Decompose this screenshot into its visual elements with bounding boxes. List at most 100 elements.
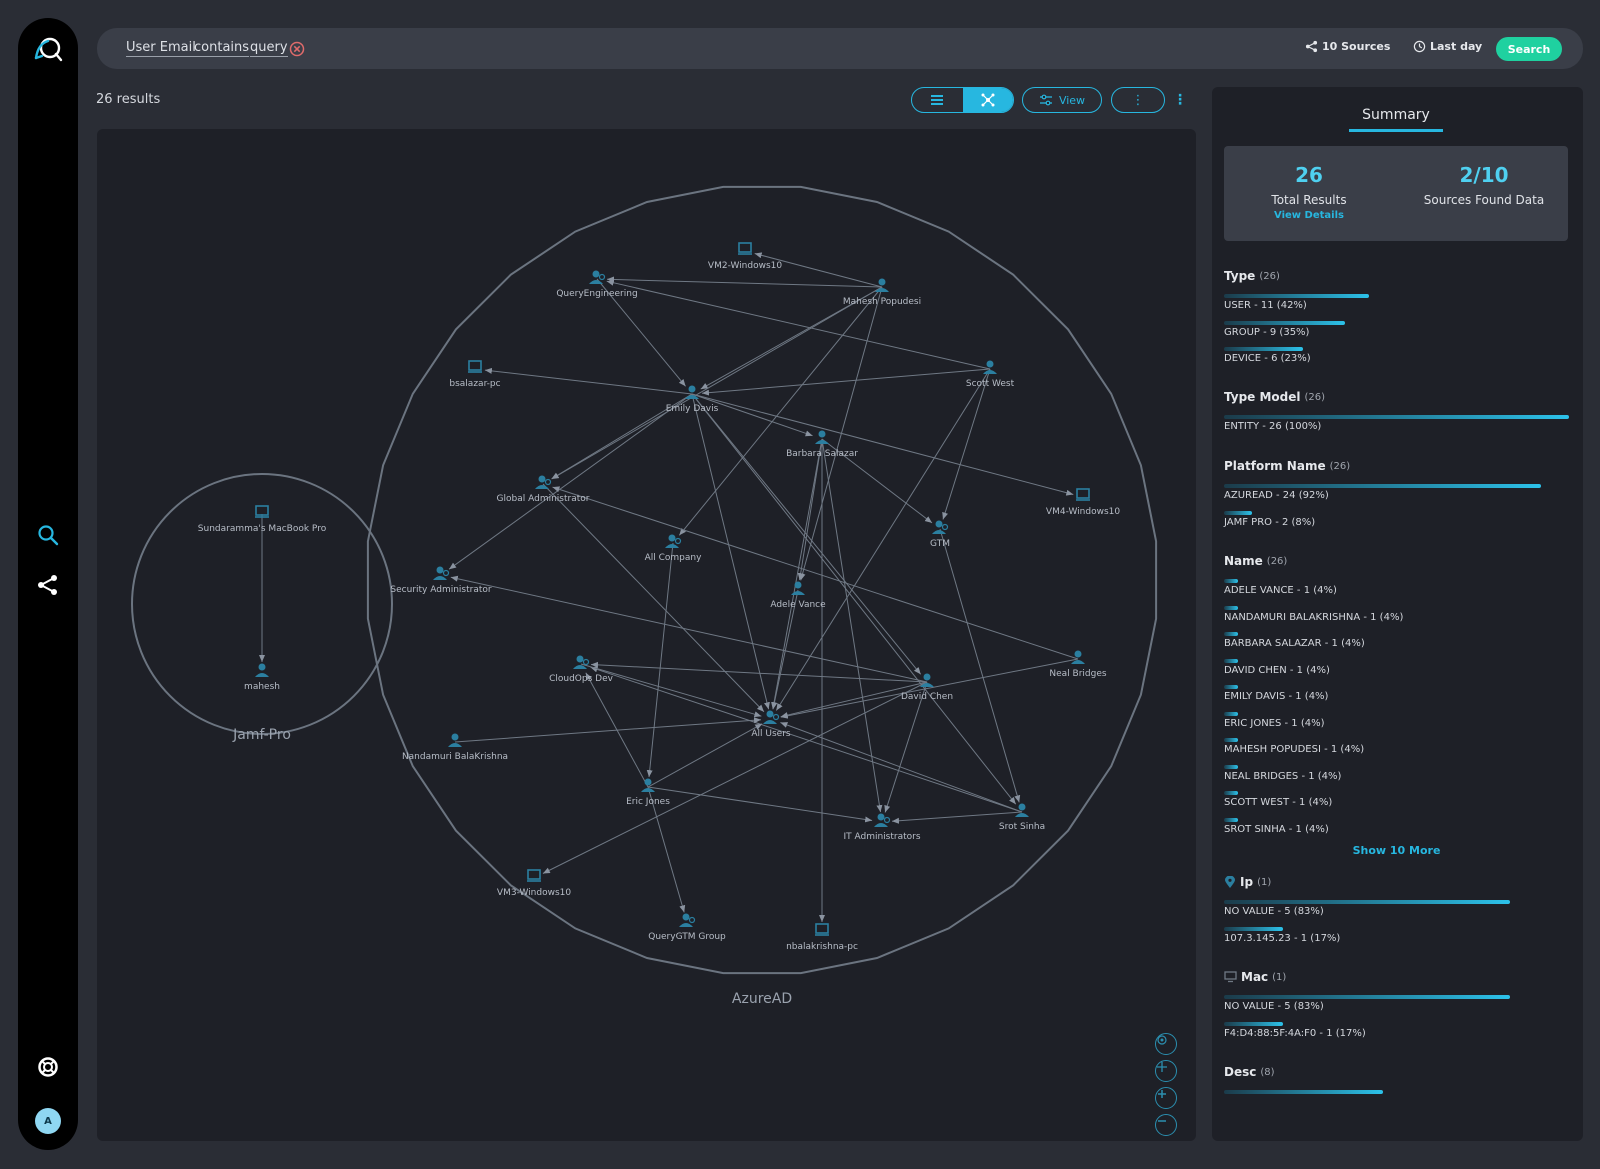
share-graph-icon[interactable] bbox=[37, 574, 59, 596]
graph-node-cloudops[interactable]: CloudOps Dev bbox=[549, 655, 614, 685]
graph-node-label: QueryGTM Group bbox=[648, 932, 726, 942]
graph-node-nanda[interactable]: Nandamuri BalaKrishna bbox=[402, 733, 508, 763]
group-icon bbox=[932, 520, 949, 534]
graph-edge bbox=[590, 666, 1023, 813]
summary-section-type-model: Type Model (26) ENTITY - 26 (100%) bbox=[1224, 390, 1569, 436]
clear-query-icon[interactable] bbox=[289, 41, 305, 57]
graph-node-qeng[interactable]: QueryEngineering bbox=[556, 270, 638, 300]
entity-graph-canvas[interactable]: Jamf-Pro AzureAD Sundaramma's MacBook Pr… bbox=[97, 129, 1196, 1141]
graph-node-eric[interactable]: Eric Jones bbox=[626, 778, 670, 808]
app-logo[interactable] bbox=[32, 34, 64, 66]
section-title-label: Desc bbox=[1224, 1065, 1257, 1079]
recenter-icon[interactable] bbox=[1155, 1033, 1177, 1055]
graph-node-mpop[interactable]: Mahesh Popudesi bbox=[843, 278, 921, 308]
zoom-out-icon[interactable] bbox=[1155, 1114, 1177, 1136]
graph-node-adele[interactable]: Adele Vance bbox=[770, 581, 826, 611]
graph-node-gadmin[interactable]: Global Administrator bbox=[497, 475, 590, 505]
distribution-bar bbox=[1224, 1021, 1283, 1026]
graph-view-button[interactable] bbox=[962, 88, 1013, 112]
query-value-token[interactable]: query bbox=[250, 40, 288, 57]
help-lifebuoy-icon[interactable] bbox=[37, 1056, 59, 1078]
distribution-bar bbox=[1224, 605, 1238, 610]
graph-node-vm2[interactable]: VM2-Windows10 bbox=[708, 242, 782, 271]
summary-row[interactable]: ADELE VANCE - 1 (4%) bbox=[1224, 573, 1569, 600]
graph-node-label: VM4-Windows10 bbox=[1046, 507, 1120, 517]
more-actions-button[interactable]: ⋮ bbox=[1111, 87, 1165, 113]
list-icon bbox=[931, 95, 944, 105]
summary-row[interactable]: NO VALUE - 5 (83%) bbox=[1224, 894, 1569, 921]
graph-node-neal[interactable]: Neal Bridges bbox=[1049, 650, 1107, 680]
graph-node-label: Adele Vance bbox=[770, 600, 826, 610]
graph-nodes: Sundaramma's MacBook Pro mahesh VM2-Window… bbox=[198, 242, 1120, 952]
graph-node-gtm[interactable]: GTM bbox=[930, 520, 950, 550]
graph-node-label: Eric Jones bbox=[626, 797, 670, 807]
summary-row[interactable]: SROT SINHA - 1 (4%) bbox=[1224, 812, 1569, 839]
view-details-link[interactable]: View Details bbox=[1244, 210, 1374, 221]
search-bar[interactable]: User Email contains query 10 Sources Las… bbox=[97, 28, 1583, 69]
graph-svg[interactable]: Jamf-Pro AzureAD Sundaramma's MacBook Pr… bbox=[97, 129, 1196, 1141]
graph-node-vm4[interactable]: VM4-Windows10 bbox=[1046, 488, 1120, 517]
summary-row[interactable]: USER - 11 (42%) bbox=[1224, 288, 1569, 315]
distribution-bar bbox=[1224, 579, 1238, 583]
summary-row[interactable]: ERIC JONES - 1 (4%) bbox=[1224, 706, 1569, 733]
summary-row[interactable]: 107.3.145.23 - 1 (17%) bbox=[1224, 921, 1569, 948]
section-title-label: Type Model bbox=[1224, 390, 1301, 404]
query-operator-token[interactable]: contains bbox=[194, 40, 250, 57]
graph-edge bbox=[775, 368, 991, 711]
graph-node-secadmin[interactable]: Security Administrator bbox=[390, 566, 492, 596]
summary-row[interactable]: GROUP - 9 (35%) bbox=[1224, 315, 1569, 342]
zoom-in-icon[interactable] bbox=[1155, 1087, 1177, 1109]
sources-selector[interactable]: 10 Sources bbox=[1305, 40, 1390, 53]
graph-edge bbox=[647, 786, 873, 823]
left-sidebar: A bbox=[18, 18, 78, 1150]
graph-node-qgtm[interactable]: QueryGTM Group bbox=[648, 913, 726, 943]
graph-node-label: bsalazar-pc bbox=[449, 379, 500, 389]
row-label: F4:D4:88:5F:4A:F0 - 1 (17%) bbox=[1224, 1027, 1366, 1039]
user-avatar[interactable]: A bbox=[35, 1108, 61, 1134]
graph-node-allco[interactable]: All Company bbox=[645, 534, 703, 564]
summary-section-ip: Ip (1) NO VALUE - 5 (83%) 107.3.145.23 - 1 … bbox=[1224, 875, 1569, 947]
search-button[interactable]: Search bbox=[1496, 37, 1562, 61]
graph-edge bbox=[647, 723, 763, 788]
graph-node-label: All Company bbox=[645, 553, 703, 563]
graph-node-srot[interactable]: Srot Sinha bbox=[999, 803, 1045, 833]
summary-row[interactable]: SCOTT WEST - 1 (4%) bbox=[1224, 785, 1569, 812]
user-icon bbox=[255, 663, 269, 677]
azuread-cluster-ring bbox=[366, 185, 1158, 975]
query-field-token[interactable]: User Email bbox=[126, 40, 196, 57]
summary-row[interactable]: BARBARA SALAZAR - 1 (4%) bbox=[1224, 626, 1569, 653]
summary-row[interactable]: AZUREAD - 24 (92%) bbox=[1224, 478, 1569, 505]
row-label: BARBARA SALAZAR - 1 (4%) bbox=[1224, 638, 1365, 649]
tab-summary[interactable]: Summary bbox=[1349, 107, 1443, 132]
graph-node-bsal[interactable]: bsalazar-pc bbox=[449, 360, 501, 389]
graph-node-nbal[interactable]: nbalakrishna-pc bbox=[786, 923, 858, 952]
show-more-link[interactable]: Show 10 More bbox=[1224, 844, 1569, 857]
kebab-menu-icon[interactable]: ⋮ bbox=[1173, 87, 1187, 113]
pan-move-icon[interactable] bbox=[1155, 1060, 1177, 1082]
time-range-selector[interactable]: Last day bbox=[1413, 40, 1482, 53]
share-icon bbox=[1305, 40, 1318, 53]
summary-row[interactable]: F4:D4:88:5F:4A:F0 - 1 (17%) bbox=[1224, 1016, 1569, 1043]
summary-row[interactable]: DAVID CHEN - 1 (4%) bbox=[1224, 653, 1569, 680]
summary-row[interactable]: MAHESH POPUDESI - 1 (4%) bbox=[1224, 732, 1569, 759]
list-view-button[interactable] bbox=[912, 88, 963, 112]
summary-row[interactable]: ENTITY - 26 (100%) bbox=[1224, 409, 1569, 436]
summary-row[interactable]: EMILY DAVIS - 1 (4%) bbox=[1224, 679, 1569, 706]
graph-edge bbox=[780, 658, 1079, 719]
search-icon[interactable] bbox=[37, 524, 59, 546]
summary-row[interactable]: NANDAMURI BALAKRISHNA - 1 (4%) bbox=[1224, 600, 1569, 627]
summary-row[interactable]: NO VALUE - 5 (83%) bbox=[1224, 989, 1569, 1016]
summary-row[interactable]: JAMF PRO - 2 (8%) bbox=[1224, 505, 1569, 532]
time-range-label: Last day bbox=[1430, 40, 1483, 53]
summary-row[interactable]: DEVICE - 6 (23%) bbox=[1224, 341, 1569, 368]
distribution-bar bbox=[1224, 484, 1541, 488]
graph-node-label: Neal Bridges bbox=[1049, 669, 1106, 679]
view-options-button[interactable]: View bbox=[1022, 87, 1102, 113]
graph-edge bbox=[701, 368, 991, 396]
group-icon bbox=[874, 813, 891, 827]
summary-row[interactable] bbox=[1224, 1084, 1569, 1111]
graph-edge bbox=[780, 722, 1023, 813]
graph-node-emily[interactable]: Emily Davis bbox=[666, 385, 719, 415]
graph-node-mahesh[interactable]: mahesh bbox=[244, 663, 280, 693]
summary-row[interactable]: NEAL BRIDGES - 1 (4%) bbox=[1224, 759, 1569, 786]
